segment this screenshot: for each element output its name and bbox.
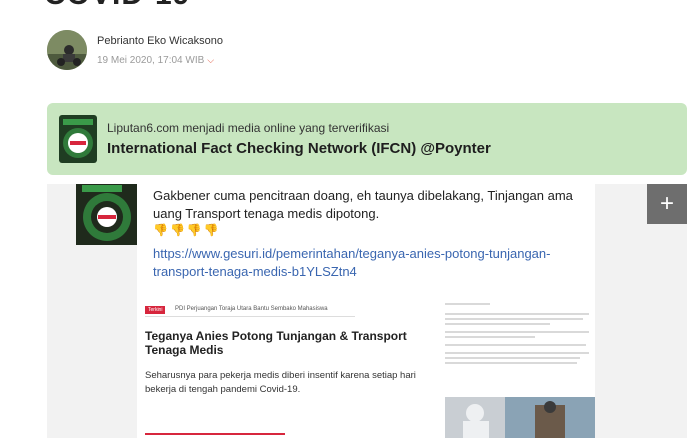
text-line: [445, 352, 589, 354]
terkini-tag: Terkini: [145, 306, 166, 314]
publish-date[interactable]: 19 Mei 2020, 17:04 WIB ⌵: [97, 55, 223, 66]
embedded-screenshot: Gakbener cuma pencitraan doang, eh tauny…: [47, 184, 687, 438]
medical-worker-photo-icon: [445, 397, 595, 438]
author-avatar[interactable]: [47, 30, 87, 70]
expand-button[interactable]: +: [647, 184, 687, 224]
author-name[interactable]: Pebrianto Eko Wicaksono: [97, 35, 223, 47]
related-article-title: PDI Perjuangan Toraja Utara Bantu Sembak…: [175, 306, 328, 312]
text-line: [445, 313, 589, 315]
text-line: [445, 331, 589, 333]
embedded-post: Gakbener cuma pencitraan doang, eh tauny…: [137, 184, 595, 438]
article-headline-peek: COVID-19: [44, 0, 190, 12]
text-line: [445, 357, 580, 359]
author-byline: Pebrianto Eko Wicaksono 19 Mei 2020, 17:…: [47, 30, 223, 70]
ifcn-verification-banner[interactable]: Liputan6.com menjadi media online yang t…: [47, 103, 687, 175]
ifcn-subtitle: Liputan6.com menjadi media online yang t…: [107, 121, 390, 135]
post-text: Gakbener cuma pencitraan doang, eh tauny…: [153, 188, 573, 221]
article-body: Seharusnya para pekerja medis diberi ins…: [145, 370, 416, 395]
ifcn-signatory-badge-icon: [59, 115, 97, 163]
text-line: [445, 344, 586, 346]
text-line: [445, 362, 577, 364]
text-line: [445, 318, 583, 320]
ifcn-signatory-stamp-icon: [76, 184, 138, 245]
article-photo: [445, 397, 595, 438]
divider: [145, 433, 285, 435]
article-side-column: [445, 300, 595, 438]
article-screenshot: Terkini PDI Perjuangan Toraja Utara Bant…: [137, 300, 595, 438]
article-headline: Teganya Anies Potong Tunjangan & Transpo…: [145, 329, 407, 357]
publish-date-text: 19 Mei 2020, 17:04 WIB: [97, 55, 205, 66]
chevron-down-icon[interactable]: ⌵: [207, 55, 214, 66]
divider: [145, 316, 355, 317]
post-link[interactable]: https://www.gesuri.id/pemerintahan/tegan…: [153, 245, 583, 281]
ifcn-title: International Fact Checking Network (IFC…: [107, 140, 491, 157]
text-line: [445, 323, 550, 325]
text-line: [445, 303, 490, 305]
avatar-photo-icon: [47, 30, 87, 70]
thumbs-down-emoji: 👎👎👎👎: [153, 223, 221, 237]
text-line: [445, 336, 535, 338]
